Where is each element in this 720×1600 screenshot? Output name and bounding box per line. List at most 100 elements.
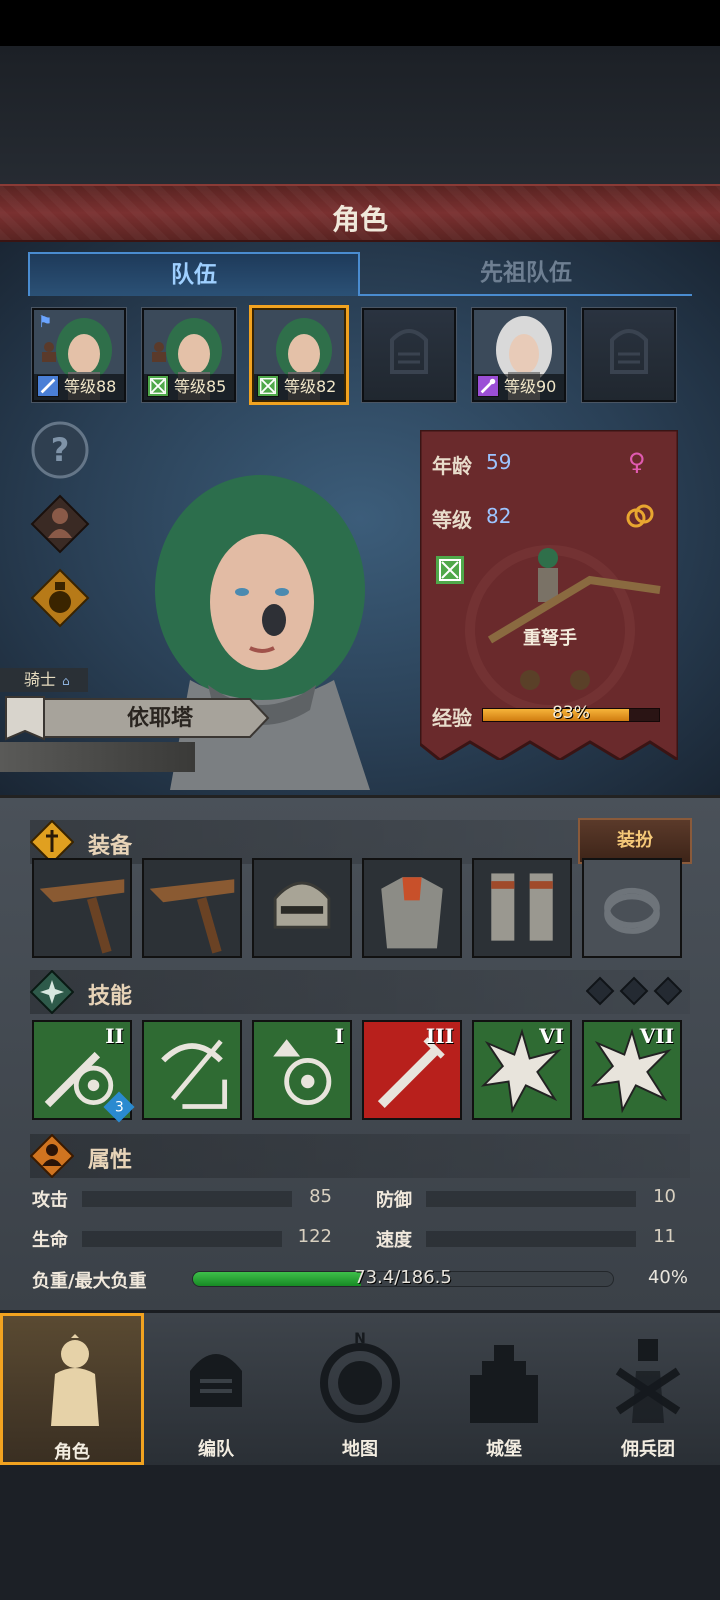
roster-slot-empty[interactable] bbox=[581, 307, 677, 403]
compass-icon: N bbox=[320, 1331, 400, 1423]
skills-title: 技能 bbox=[88, 984, 133, 1009]
skill-rank: III bbox=[425, 1024, 454, 1048]
house-icon: ⌂ bbox=[62, 674, 70, 688]
chainmail-boots-icon bbox=[491, 873, 553, 941]
roster-slot-5[interactable]: 等级90 bbox=[471, 307, 567, 403]
skill-slot-1[interactable]: II 3 bbox=[32, 1020, 135, 1123]
stat-value: 11 bbox=[653, 1226, 676, 1247]
svg-text:N: N bbox=[354, 1331, 366, 1347]
skill-slot-3[interactable]: I bbox=[252, 1020, 352, 1120]
ribbon-tail bbox=[0, 742, 195, 772]
tab-team[interactable]: 队伍 bbox=[28, 252, 360, 296]
empty-helmet-icon bbox=[390, 329, 428, 374]
stat-hp: 生命 122 bbox=[32, 1226, 332, 1251]
equip-slot-weapon-2[interactable] bbox=[142, 858, 242, 958]
stat-bar bbox=[426, 1231, 636, 1247]
equip-slot-helmet[interactable] bbox=[252, 858, 352, 958]
roster-slot-1[interactable]: ⚑ 等级88 bbox=[31, 307, 127, 403]
mercenary-icon bbox=[615, 1339, 681, 1423]
age-label: 年龄 bbox=[432, 454, 472, 478]
tab-ancestor-team[interactable]: 先祖队伍 bbox=[360, 252, 692, 296]
class-icon-mage bbox=[37, 375, 59, 397]
helmet-icon bbox=[190, 1354, 242, 1407]
leader-flag-icon: ⚑ bbox=[38, 312, 53, 331]
page-title: 角色 bbox=[331, 203, 388, 236]
nav-castle[interactable]: 城堡 bbox=[432, 1313, 576, 1465]
stat-label: 防御 bbox=[376, 1190, 412, 1211]
stat-speed: 速度 11 bbox=[376, 1226, 676, 1251]
skill-slot-4[interactable]: III bbox=[362, 1020, 462, 1120]
nav-label: 佣兵团 bbox=[621, 1439, 675, 1460]
hooded-figure-icon bbox=[42, 342, 56, 362]
class-icon-crossbow bbox=[436, 556, 464, 584]
nav-character[interactable]: 角色 bbox=[0, 1313, 144, 1465]
level-value: 82 bbox=[486, 504, 512, 528]
stat-value: 122 bbox=[297, 1226, 332, 1247]
load-percent: 40% bbox=[647, 1267, 688, 1288]
ring-icon bbox=[604, 887, 660, 934]
nav-label: 城堡 bbox=[486, 1439, 522, 1460]
skill-slot-5[interactable]: VI bbox=[472, 1020, 572, 1120]
character-name: 依耶塔 bbox=[126, 706, 193, 731]
skill-rank: I bbox=[334, 1024, 344, 1048]
roster-slot-3[interactable]: 等级82 bbox=[249, 305, 349, 405]
stat-attack: 攻击 85 bbox=[32, 1186, 332, 1211]
skill-slot-2[interactable] bbox=[142, 1020, 242, 1120]
hooded-figure-icon bbox=[152, 342, 166, 362]
title-band: 角色 bbox=[0, 184, 720, 242]
exp-percent: 83% bbox=[552, 703, 590, 723]
class-icon-staff bbox=[477, 375, 499, 397]
stat-label: 攻击 bbox=[32, 1190, 68, 1211]
equip-slot-boots[interactable] bbox=[472, 858, 572, 958]
nav-label: 编队 bbox=[198, 1439, 234, 1460]
help-button[interactable]: ? bbox=[30, 420, 90, 480]
equip-slot-ring-empty[interactable] bbox=[582, 858, 682, 958]
equip-slot-weapon[interactable] bbox=[32, 858, 132, 958]
castle-icon bbox=[470, 1345, 538, 1423]
bottom-background bbox=[0, 1465, 720, 1600]
roster-slot-2[interactable]: 等级85 bbox=[141, 307, 237, 403]
skill-points-indicator bbox=[586, 976, 682, 1006]
attributes-title: 属性 bbox=[88, 1148, 133, 1173]
nav-map[interactable]: N 地图 bbox=[288, 1313, 432, 1465]
skill-badge-text: 3 bbox=[114, 1098, 124, 1115]
empty-helmet-icon bbox=[610, 329, 648, 374]
exp-label: 经验 bbox=[432, 706, 472, 730]
rank-label: 骑士 bbox=[24, 670, 57, 689]
stat-bar bbox=[82, 1231, 282, 1247]
chainmail-armor-icon bbox=[381, 877, 443, 949]
stat-label: 速度 bbox=[376, 1230, 412, 1251]
load-label: 负重/最大负重 bbox=[32, 1271, 147, 1292]
skill-slot-6[interactable]: VII bbox=[582, 1020, 682, 1120]
wedding-rings-icon bbox=[626, 504, 654, 528]
skill-rank: VI bbox=[539, 1024, 564, 1048]
class-icon-crossbow bbox=[257, 375, 279, 397]
status-bar bbox=[0, 0, 720, 46]
load-value: 73.4/186.5 bbox=[354, 1267, 452, 1288]
stat-bar bbox=[82, 1191, 292, 1207]
stat-label: 生命 bbox=[32, 1230, 68, 1251]
skill-rank: VII bbox=[639, 1024, 674, 1048]
helmet-icon bbox=[273, 881, 331, 929]
level-label: 等级 bbox=[432, 508, 472, 532]
stat-bar bbox=[426, 1191, 636, 1207]
nav-label: 地图 bbox=[342, 1439, 378, 1460]
nav-formation[interactable]: 编队 bbox=[144, 1313, 288, 1465]
stat-defense: 防御 10 bbox=[376, 1186, 676, 1211]
hooded-figure-button[interactable] bbox=[30, 494, 90, 554]
skill-star-icon bbox=[30, 970, 74, 1014]
nav-label: 角色 bbox=[54, 1442, 90, 1463]
potion-button[interactable] bbox=[30, 568, 90, 628]
stat-value: 10 bbox=[653, 1186, 676, 1207]
skill-rank: II bbox=[105, 1024, 124, 1048]
crossbow-icon bbox=[39, 879, 125, 954]
class-icon-crossbow bbox=[147, 375, 169, 397]
nav-mercenary[interactable]: 佣兵团 bbox=[576, 1313, 720, 1465]
roster-slot-empty[interactable] bbox=[361, 307, 457, 403]
crossbow-icon bbox=[149, 879, 235, 954]
equip-slot-armor[interactable] bbox=[362, 858, 462, 958]
rank-tag: 骑士 ⌂ bbox=[0, 668, 88, 692]
svg-text:?: ? bbox=[51, 431, 70, 469]
attributes-header: 属性 bbox=[30, 1134, 690, 1178]
knight-icon bbox=[51, 1334, 99, 1426]
